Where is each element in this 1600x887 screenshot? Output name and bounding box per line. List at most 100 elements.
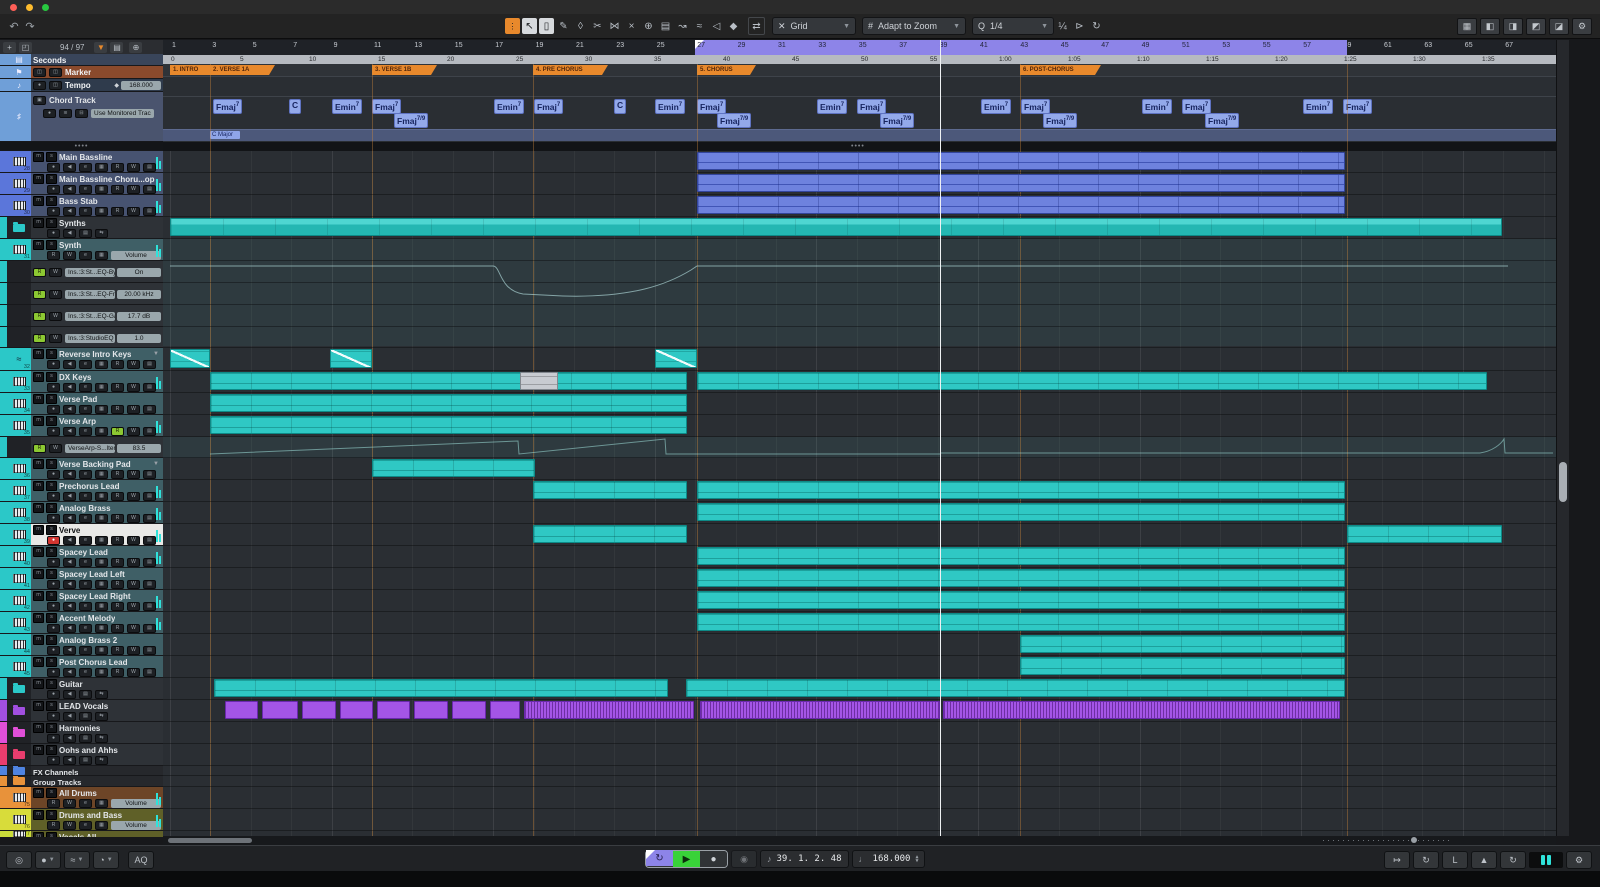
track-button-▦[interactable]: ▦ (95, 558, 108, 567)
track-button-●[interactable]: ● (47, 712, 60, 721)
track-button-▤[interactable]: ▤ (143, 185, 156, 194)
track-chord-track[interactable]: ♯▣Chord Track●≋⊟Use Monitored Trac (0, 92, 163, 142)
mute-button[interactable]: m (33, 547, 44, 557)
marker-flag[interactable]: 3. VERSE 1B (372, 65, 437, 75)
record-button[interactable]: ● (700, 851, 727, 867)
track-button-⇆[interactable]: ⇆ (95, 734, 108, 743)
mute-button[interactable]: m (33, 372, 44, 382)
track-button-W[interactable]: W (127, 514, 140, 523)
track-button-●[interactable]: ● (47, 756, 60, 765)
chord-event[interactable]: Emin7 (817, 99, 847, 114)
setup-gear-icon[interactable]: ⚙ (1572, 18, 1592, 35)
color-tool[interactable]: ◆ (726, 18, 741, 34)
lower-zone-icon[interactable]: ◨ (1503, 18, 1523, 35)
chord-event[interactable]: Emin7 (1303, 99, 1333, 114)
track-button-▦[interactable]: ▦ (95, 185, 108, 194)
track-button-●[interactable]: ● (47, 734, 60, 743)
track-button-R[interactable]: R (111, 383, 124, 392)
track-button-R[interactable]: R (111, 405, 124, 414)
track-analog-brass[interactable]: 38msAnalog Brass●◀e▦RW▤ (0, 502, 163, 524)
track-button-●[interactable]: ● (47, 492, 60, 501)
solo-button[interactable]: s (46, 788, 57, 798)
object-selection-tool[interactable]: ↖ (522, 18, 537, 34)
track-options-icon[interactable]: ▼ (153, 351, 159, 357)
track-button-e[interactable]: e (79, 536, 92, 545)
track-guitar[interactable]: msGuitar●◀▤⇆ (0, 678, 163, 700)
chord-event[interactable]: Fmaj7 (857, 99, 886, 114)
track-button-R[interactable]: R (111, 558, 124, 567)
mute-button[interactable]: m (33, 569, 44, 579)
track-button-▤[interactable]: ▤ (143, 427, 156, 436)
track-analog-brass-2[interactable]: 44msAnalog Brass 2●◀e▦RW▤ (0, 634, 163, 656)
track-button-W[interactable]: W (127, 668, 140, 677)
track-button-▦[interactable]: ▦ (95, 383, 108, 392)
track-button-▦[interactable]: ▦ (95, 470, 108, 479)
clip[interactable] (533, 481, 687, 499)
zoom-window-button[interactable] (42, 4, 49, 11)
track-button-◀[interactable]: ◀ (63, 646, 76, 655)
track-button-R[interactable]: R (111, 207, 124, 216)
auto-quantize-button[interactable]: AQ (128, 851, 154, 869)
use-monitored-track-button[interactable]: Use Monitored Trac (91, 109, 154, 118)
chord-event[interactable]: Emin7 (332, 99, 362, 114)
mute-button[interactable]: m (33, 525, 44, 535)
erase-tool[interactable]: ◊ (573, 18, 588, 34)
track-button-▤[interactable]: ▤ (143, 580, 156, 589)
track-button[interactable]: ◫ (49, 81, 62, 90)
track-button-◀[interactable]: ◀ (63, 207, 76, 216)
track-button-◀[interactable]: ◀ (63, 383, 76, 392)
track-button-e[interactable]: e (79, 405, 92, 414)
auto-scroll-icon[interactable]: ↦ (1384, 851, 1410, 869)
clip[interactable] (943, 701, 1340, 719)
track-button-●[interactable]: ● (47, 427, 60, 436)
clip[interactable] (414, 701, 448, 719)
position-display[interactable]: ♪ 39. 1. 2. 48 (760, 850, 849, 868)
track-button-≋[interactable]: ≋ (59, 109, 72, 118)
chord-event[interactable]: Fmaj7/9 (1043, 113, 1077, 128)
tempo-value[interactable]: 168.000 (121, 81, 161, 90)
track-main-bassline[interactable]: 28msMain Bassline●◀e▦RW▤ (0, 151, 163, 173)
automation-value-field[interactable]: 20.00 kHz (117, 290, 161, 299)
track-button-◀[interactable]: ◀ (63, 690, 76, 699)
mute-button[interactable]: m (33, 657, 44, 667)
track-drums-and-bass[interactable]: 76msDrums and BassRWe▦Volume (0, 809, 163, 831)
track-button-R[interactable]: R (111, 427, 124, 436)
clip[interactable] (533, 525, 687, 543)
grid-type-select[interactable]: # Adapt to Zoom ▼ (862, 17, 966, 35)
time-warp-tool[interactable]: ↝ (675, 18, 690, 34)
track-button-●[interactable]: ● (47, 690, 60, 699)
mute-button[interactable]: m (33, 832, 44, 838)
track-button-▤[interactable]: ▤ (143, 624, 156, 633)
track-button-R[interactable]: R (47, 799, 60, 808)
solo-button[interactable]: s (46, 810, 57, 820)
chord-event[interactable]: Fmaj7/9 (880, 113, 914, 128)
mute-button[interactable]: m (33, 723, 44, 733)
solo-button[interactable]: s (46, 174, 57, 184)
track-button-R[interactable]: R (111, 602, 124, 611)
mute-button[interactable]: m (33, 349, 44, 359)
track-ins-3-st-eq-bypass[interactable]: RWIns.:3:St...EQ-BypassOn (0, 261, 163, 283)
write-automation-button[interactable]: W (49, 444, 62, 453)
track-button-▤[interactable]: ▤ (79, 229, 92, 238)
track-button-e[interactable]: e (79, 492, 92, 501)
track-button[interactable]: ▣ (33, 96, 46, 105)
snap-type-select[interactable]: ✕ Grid ▼ (772, 17, 856, 35)
track-synth[interactable]: 31msSynthRWe▦Volume (0, 239, 163, 261)
clip[interactable] (210, 394, 687, 412)
track-button-R[interactable]: R (111, 360, 124, 369)
clip[interactable] (697, 481, 1345, 499)
automation-value-field[interactable]: On (117, 268, 161, 277)
track-button-●[interactable]: ● (47, 207, 60, 216)
mute-button[interactable]: m (33, 416, 44, 426)
solo-button[interactable]: s (46, 525, 57, 535)
solo-button[interactable]: s (46, 196, 57, 206)
clip[interactable] (697, 503, 1345, 521)
track-accent-melody[interactable]: 43msAccent Melody●◀e▦RW▤ (0, 612, 163, 634)
clip[interactable] (214, 679, 668, 697)
track-fx-channels[interactable]: FX Channels (0, 766, 163, 776)
chord-event[interactable]: Fmaj7/9 (394, 113, 428, 128)
track-synths[interactable]: msSynths●◀▤⇆ (0, 217, 163, 239)
track-button-W[interactable]: W (127, 624, 140, 633)
track-button-W[interactable]: W (127, 558, 140, 567)
clip[interactable] (697, 569, 1345, 587)
